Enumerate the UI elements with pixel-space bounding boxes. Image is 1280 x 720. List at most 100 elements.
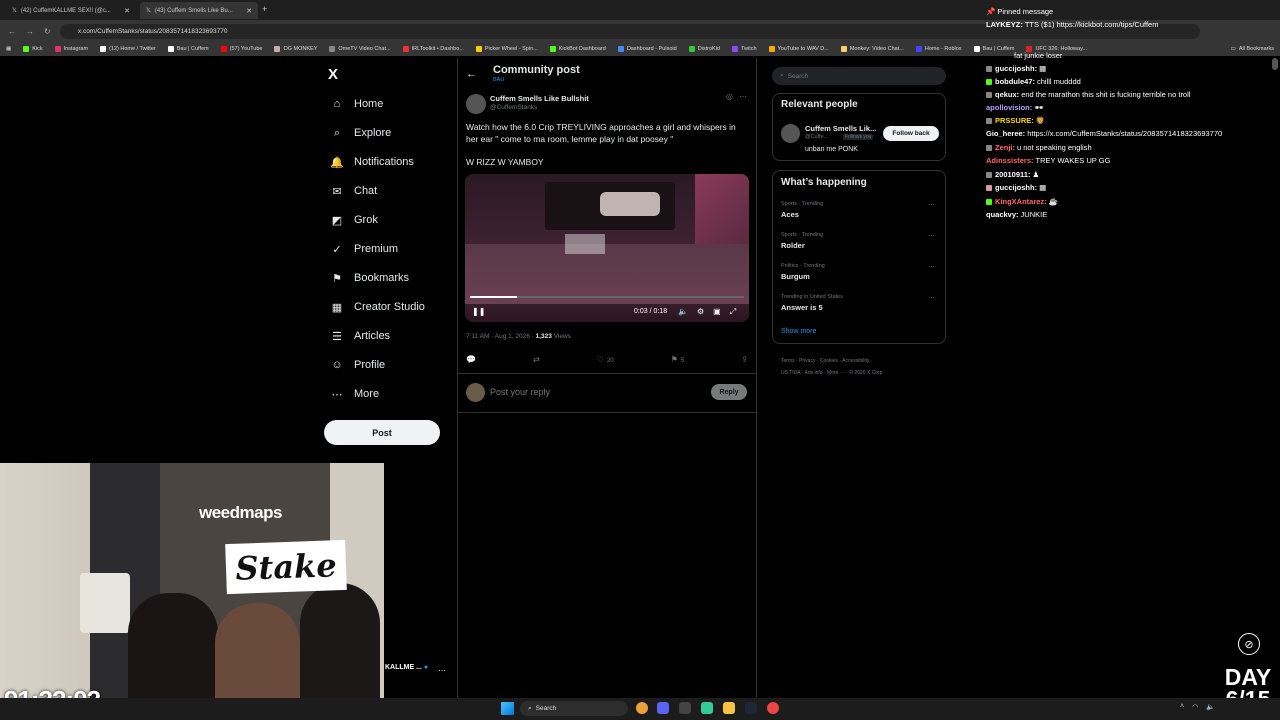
reload-icon[interactable]: ↻ xyxy=(44,27,51,36)
reply-button[interactable]: Reply xyxy=(711,384,747,400)
bell-icon: 🔔 xyxy=(330,156,344,169)
pip-icon[interactable]: ▣ xyxy=(713,307,721,317)
chrome-icon[interactable] xyxy=(636,702,648,714)
nav-label: Grok xyxy=(354,214,378,226)
avatar[interactable] xyxy=(466,94,486,114)
bookmark-item[interactable]: Monkey: Video Chat... xyxy=(835,46,910,52)
nav-premium[interactable]: ✓ Premium xyxy=(330,239,398,259)
post-button[interactable]: Post xyxy=(324,420,440,445)
community-name[interactable]: BAU xyxy=(493,77,504,83)
share-icon[interactable]: ⇪ xyxy=(741,355,748,364)
bookmark-item[interactable]: KickBot Dashboard xyxy=(544,46,612,52)
post-menu: ◎ ⋯ xyxy=(726,92,747,101)
stream-chat-overlay: 📌 Pinned message LAYKEYZ: TTS ($1) https:/… xyxy=(978,0,1280,225)
fullscreen-icon[interactable]: ⤢ xyxy=(730,307,736,317)
more-icon[interactable]: ⋯ xyxy=(739,92,747,101)
nav-notifications[interactable]: 🔔 Notifications xyxy=(330,152,414,172)
bookmark-button[interactable]: ⚑ 5 xyxy=(671,355,685,364)
trend-item[interactable]: Politics · Trending Burgum ⋯ xyxy=(781,263,941,281)
bookmark-item[interactable]: OG MONKEY xyxy=(268,46,323,52)
bookmark-item[interactable]: (12) Home / Twitter xyxy=(94,46,162,52)
section-title: Relevant people xyxy=(781,99,858,110)
app-icon[interactable] xyxy=(701,702,713,714)
divider xyxy=(458,373,756,374)
trend-item[interactable]: Sports · Trending Rolder ⋯ xyxy=(781,232,941,250)
bookmark-item[interactable]: YouTube to WAV D... xyxy=(763,46,835,52)
trend-item[interactable]: Trending in United States Answer is 5 ⋯ xyxy=(781,294,941,312)
nav-articles[interactable]: ☰ Articles xyxy=(330,326,390,346)
bookmark-item[interactable]: Home - Roblox xyxy=(910,46,968,52)
close-icon[interactable]: ✕ xyxy=(124,7,130,15)
reply-input[interactable] xyxy=(490,387,690,397)
browser-tab[interactable]: 𝕏 (42) CuffemKALLME SEX!! (@c... ✕ xyxy=(6,2,136,19)
post-text-line2: W RIZZ W YAMBOY xyxy=(466,157,544,167)
more-icon[interactable]: ⋯ xyxy=(928,263,935,271)
post-meta: 7:11 AM · Aug 1, 2026 · 1,323 Views xyxy=(466,333,571,340)
taskbar-search[interactable]: ⌕ Search xyxy=(520,701,628,716)
bookmark-item[interactable]: IRLToolkit • Dashbo... xyxy=(397,46,470,52)
grok-icon[interactable]: ◎ xyxy=(726,92,733,101)
nav-more[interactable]: ⋯ More xyxy=(330,384,380,404)
reply-icon[interactable]: 💬 xyxy=(466,355,476,364)
discord-icon[interactable] xyxy=(657,702,669,714)
video-player[interactable] xyxy=(465,174,749,322)
more-icon[interactable]: ⋯ xyxy=(928,201,935,209)
person-name[interactable]: Cuffem Smells Lik... xyxy=(805,124,876,133)
more-icon[interactable]: ⋯ xyxy=(928,294,935,302)
video-time: 0:03 / 0:18 xyxy=(634,308,668,315)
pause-icon[interactable]: ❚❚ xyxy=(472,307,485,316)
avatar[interactable] xyxy=(781,124,800,143)
verified-icon: ● xyxy=(423,664,429,671)
bookmark-item[interactable]: Bau | Cuffem xyxy=(162,46,215,52)
timestamp[interactable]: 7:11 AM · Aug 1, 2026 · xyxy=(466,333,536,340)
nav-bookmarks[interactable]: ⚑ Bookmarks xyxy=(330,268,409,288)
nav-explore[interactable]: ⌕ Explore xyxy=(330,123,391,143)
windows-start-icon[interactable] xyxy=(501,702,514,715)
bookmark-item[interactable]: Instagram xyxy=(49,46,94,52)
more-icon[interactable]: ⋯ xyxy=(438,666,446,675)
bookmark-item[interactable]: DistroKid xyxy=(683,46,726,52)
nav-home[interactable]: ⌂ Home xyxy=(330,94,384,114)
bookmark-item[interactable]: Dashboard - Pulsoid xyxy=(612,46,683,52)
nav-chat[interactable]: ✉ Chat xyxy=(330,181,377,201)
bookmark-item[interactable]: OmeTV Video Chat... xyxy=(323,46,396,52)
apps-icon[interactable]: ▦ xyxy=(0,46,17,52)
app-icon[interactable] xyxy=(679,702,691,714)
close-icon[interactable]: ✕ xyxy=(246,7,252,15)
repost-icon[interactable]: ⇄ xyxy=(533,355,540,364)
show-more-link[interactable]: Show more xyxy=(781,328,816,335)
steam-icon[interactable] xyxy=(745,702,757,714)
author-handle[interactable]: @CuffemStanks xyxy=(490,104,537,111)
more-icon[interactable]: ⋯ xyxy=(928,232,935,240)
account-name[interactable]: KALLME ... ● xyxy=(385,664,428,671)
nav-profile[interactable]: ☺ Profile xyxy=(330,355,385,375)
chrome-icon[interactable] xyxy=(767,702,779,714)
bookmark-item[interactable]: Picker Wheel - Spin... xyxy=(470,46,544,52)
volume-icon[interactable]: 🔈 xyxy=(678,307,688,317)
folder-icon[interactable] xyxy=(723,702,735,714)
forward-icon[interactable]: → xyxy=(26,27,34,36)
settings-icon[interactable]: ⚙ xyxy=(697,307,704,317)
back-icon[interactable]: ← xyxy=(8,27,16,36)
network-icon[interactable]: ◠ xyxy=(1192,703,1198,711)
trend-item[interactable]: Sports · Trending Aces ⋯ xyxy=(781,201,941,219)
volume-icon[interactable]: 🔈 xyxy=(1206,703,1215,711)
back-arrow-icon[interactable]: ← xyxy=(466,68,477,80)
follow-back-button[interactable]: Follow back xyxy=(883,126,939,141)
bookmark-item[interactable]: Twitch xyxy=(726,46,763,52)
like-button[interactable]: ♡ 20 xyxy=(597,355,614,364)
bookmark-item[interactable]: (57) YouTube xyxy=(215,46,269,52)
x-logo[interactable]: X xyxy=(328,66,338,83)
search-input[interactable]: ⌕ Search xyxy=(772,67,946,85)
nav-grok[interactable]: ◩ Grok xyxy=(330,210,378,230)
bookmark-item[interactable]: Kick xyxy=(17,46,48,52)
nav-creator-studio[interactable]: ▦ Creator Studio xyxy=(330,297,425,317)
browser-tab-active[interactable]: 𝕏 (43) Cuffem Smells Like Bu... ✕ xyxy=(140,2,258,19)
chevron-up-icon[interactable]: ˄ xyxy=(1180,703,1184,711)
chat-message: guccijoshh: ▦ xyxy=(986,183,1046,192)
divider xyxy=(756,58,757,698)
person-handle[interactable]: @Cuffe... xyxy=(805,134,828,140)
person-bio: unban me PONK xyxy=(805,146,858,153)
new-tab-button[interactable]: + xyxy=(262,4,267,14)
author-name[interactable]: Cuffem Smells Like Bullshit xyxy=(490,94,589,103)
